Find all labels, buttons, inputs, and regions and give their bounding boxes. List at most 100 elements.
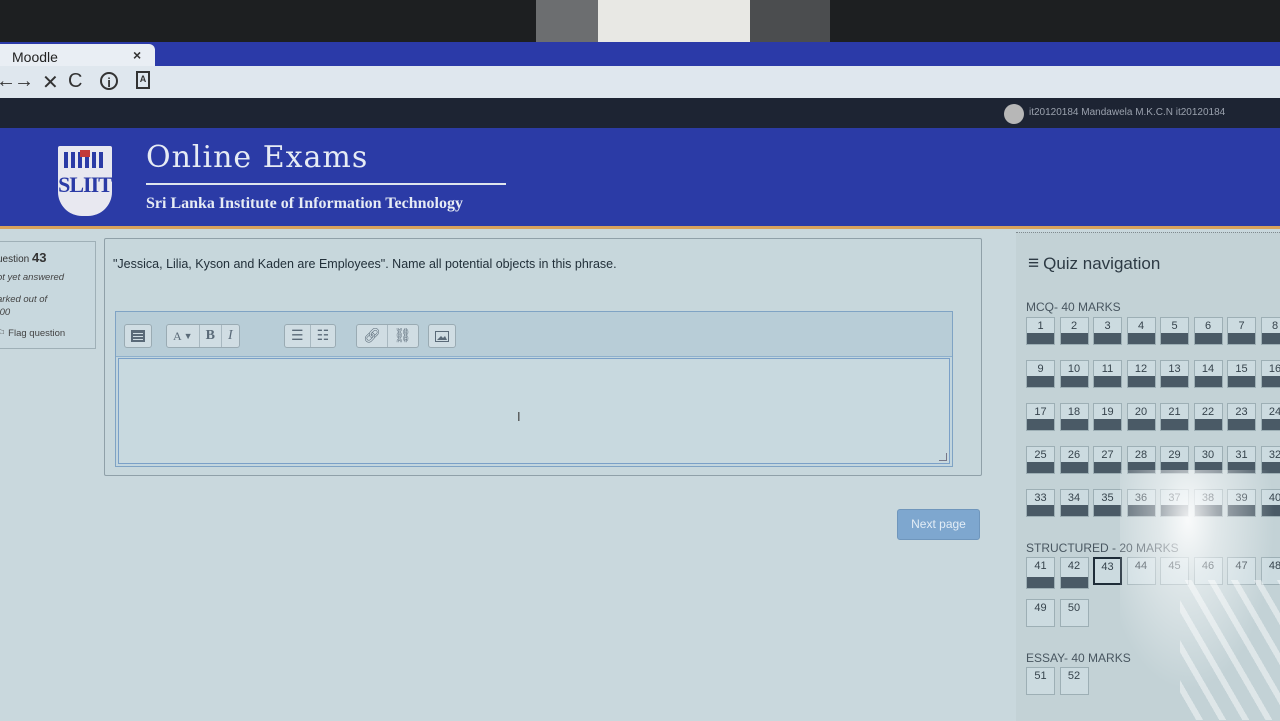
answered-indicator bbox=[1027, 505, 1054, 516]
quiz-nav-button[interactable]: 27 bbox=[1093, 446, 1122, 474]
close-tab-icon[interactable]: × bbox=[133, 47, 141, 63]
toolbar-toggle-button[interactable] bbox=[125, 325, 151, 347]
question-marks: arked out of .00 bbox=[0, 293, 47, 319]
quiz-nav-button[interactable]: 10 bbox=[1060, 360, 1089, 388]
info-icon[interactable]: i bbox=[100, 72, 118, 90]
unordered-list-button[interactable]: ☰ bbox=[285, 325, 311, 347]
quiz-nav-button[interactable]: 8 bbox=[1261, 317, 1280, 345]
quiz-nav-button[interactable]: 33 bbox=[1026, 489, 1055, 517]
quiz-nav-button[interactable]: 23 bbox=[1227, 403, 1256, 431]
quiz-nav-button[interactable]: 1 bbox=[1026, 317, 1055, 345]
answered-indicator bbox=[1262, 333, 1280, 344]
forward-icon[interactable]: → bbox=[14, 70, 34, 93]
quiz-nav-button[interactable]: 9 bbox=[1026, 360, 1055, 388]
answered-indicator bbox=[1061, 462, 1088, 473]
quiz-nav-button[interactable]: 42 bbox=[1060, 557, 1089, 589]
resize-handle[interactable] bbox=[939, 453, 947, 461]
quiz-nav-button[interactable]: 15 bbox=[1227, 360, 1256, 388]
quiz-nav-button[interactable]: 20 bbox=[1127, 403, 1156, 431]
link-button[interactable]: 🔗︎ bbox=[357, 325, 388, 347]
quiz-nav-number: 15 bbox=[1235, 363, 1247, 375]
quiz-nav-button[interactable]: 4 bbox=[1127, 317, 1156, 345]
answered-indicator bbox=[1228, 419, 1255, 430]
quiz-nav-button[interactable]: 26 bbox=[1060, 446, 1089, 474]
reload-icon[interactable]: C bbox=[68, 70, 82, 93]
image-icon bbox=[435, 331, 449, 342]
quiz-nav-button[interactable]: 2 bbox=[1060, 317, 1089, 345]
ordered-list-button[interactable]: ☷ bbox=[311, 325, 336, 347]
quiz-nav-button[interactable]: 49 bbox=[1026, 599, 1055, 627]
quiz-nav-button[interactable]: 19 bbox=[1093, 403, 1122, 431]
stop-icon[interactable]: ✕ bbox=[42, 70, 59, 95]
unlink-button[interactable]: ⛓︎ bbox=[388, 325, 418, 347]
quiz-nav-button[interactable]: 39 bbox=[1227, 489, 1256, 517]
quiz-nav-button[interactable]: 14 bbox=[1194, 360, 1223, 388]
quiz-nav-button[interactable]: 21 bbox=[1160, 403, 1189, 431]
quiz-nav-number: 16 bbox=[1269, 363, 1280, 375]
quiz-nav-button[interactable]: 6 bbox=[1194, 317, 1223, 345]
user-menu[interactable]: it20120184 Mandawela M.K.C.N it20120184 bbox=[1029, 107, 1225, 118]
quiz-nav-button[interactable]: 40 bbox=[1261, 489, 1280, 517]
quiz-nav-number: 32 bbox=[1269, 449, 1280, 461]
quiz-nav-button[interactable]: 25 bbox=[1026, 446, 1055, 474]
italic-button[interactable]: I bbox=[222, 325, 239, 347]
section-title-essay: ESSAY- 40 MARKS bbox=[1026, 651, 1131, 665]
quiz-nav-number: 13 bbox=[1168, 363, 1180, 375]
quiz-nav-number: 3 bbox=[1104, 320, 1110, 332]
quiz-nav-button[interactable]: 16 bbox=[1261, 360, 1280, 388]
quiz-nav-button[interactable]: 5 bbox=[1160, 317, 1189, 345]
answer-text-area[interactable]: I bbox=[118, 358, 950, 464]
insert-image-button[interactable] bbox=[429, 325, 455, 347]
quiz-nav-button[interactable]: 47 bbox=[1227, 557, 1256, 585]
quiz-nav-button[interactable]: 51 bbox=[1026, 667, 1055, 695]
flag-question-link[interactable]: ⚐ Flag question bbox=[0, 328, 65, 339]
page-icon[interactable]: A bbox=[136, 71, 150, 89]
answered-indicator bbox=[1195, 376, 1222, 387]
menu-icon: ≡ bbox=[1028, 253, 1039, 274]
question-info: uestion 43 ot yet answered arked out of … bbox=[0, 241, 96, 349]
next-page-button[interactable]: Next page bbox=[897, 509, 980, 540]
quiz-nav-button[interactable]: 43 bbox=[1093, 557, 1122, 585]
quiz-nav-button[interactable]: 41 bbox=[1026, 557, 1055, 589]
quiz-nav-button[interactable]: 34 bbox=[1060, 489, 1089, 517]
quiz-nav-button[interactable]: 35 bbox=[1093, 489, 1122, 517]
quiz-nav-button[interactable]: 3 bbox=[1093, 317, 1122, 345]
quiz-nav-button[interactable]: 13 bbox=[1160, 360, 1189, 388]
bold-button[interactable]: B bbox=[200, 325, 222, 347]
logo-flag bbox=[80, 150, 90, 157]
quiz-nav-button[interactable]: 38 bbox=[1194, 489, 1223, 517]
marks-value: .00 bbox=[0, 306, 47, 319]
quiz-nav-button[interactable]: 17 bbox=[1026, 403, 1055, 431]
quiz-nav-button[interactable]: 48 bbox=[1261, 557, 1280, 585]
quiz-nav-number: 43 bbox=[1101, 561, 1113, 573]
quiz-nav-button[interactable]: 50 bbox=[1060, 599, 1089, 627]
quiz-nav-number: 8 bbox=[1272, 320, 1278, 332]
quiz-nav-button[interactable]: 46 bbox=[1194, 557, 1223, 585]
quiz-nav-button[interactable]: 22 bbox=[1194, 403, 1223, 431]
quiz-nav-button[interactable]: 30 bbox=[1194, 446, 1223, 474]
answered-indicator bbox=[1128, 333, 1155, 344]
quiz-nav-button[interactable]: 52 bbox=[1060, 667, 1089, 695]
editor-toolbar: A▼ B I ☰ ☷ 🔗︎ ⛓︎ bbox=[116, 312, 952, 357]
quiz-nav-button[interactable]: 37 bbox=[1160, 489, 1189, 517]
quiz-nav-button[interactable]: 11 bbox=[1093, 360, 1122, 388]
quiz-nav-button[interactable]: 28 bbox=[1127, 446, 1156, 474]
quiz-nav-button[interactable]: 36 bbox=[1127, 489, 1156, 517]
quiz-nav-number: 12 bbox=[1135, 363, 1147, 375]
quiz-navigation-label: Quiz navigation bbox=[1043, 254, 1160, 273]
quiz-nav-button[interactable]: 32 bbox=[1261, 446, 1280, 474]
quiz-nav-button[interactable]: 12 bbox=[1127, 360, 1156, 388]
browser-tab[interactable]: Moodle × bbox=[0, 44, 155, 68]
avatar[interactable] bbox=[1004, 104, 1024, 124]
quiz-nav-button[interactable]: 7 bbox=[1227, 317, 1256, 345]
quiz-nav-number: 14 bbox=[1202, 363, 1214, 375]
quiz-nav-button[interactable]: 24 bbox=[1261, 403, 1280, 431]
quiz-nav-button[interactable]: 44 bbox=[1127, 557, 1156, 585]
quiz-nav-button[interactable]: 45 bbox=[1160, 557, 1189, 585]
quiz-nav-button[interactable]: 31 bbox=[1227, 446, 1256, 474]
font-size-button[interactable]: A▼ bbox=[167, 325, 200, 347]
question-content: "Jessica, Lilia, Kyson and Kaden are Emp… bbox=[104, 238, 982, 476]
quiz-nav-button[interactable]: 18 bbox=[1060, 403, 1089, 431]
quiz-nav-button[interactable]: 29 bbox=[1160, 446, 1189, 474]
toolbar-group-lists: ☰ ☷ bbox=[284, 324, 336, 348]
